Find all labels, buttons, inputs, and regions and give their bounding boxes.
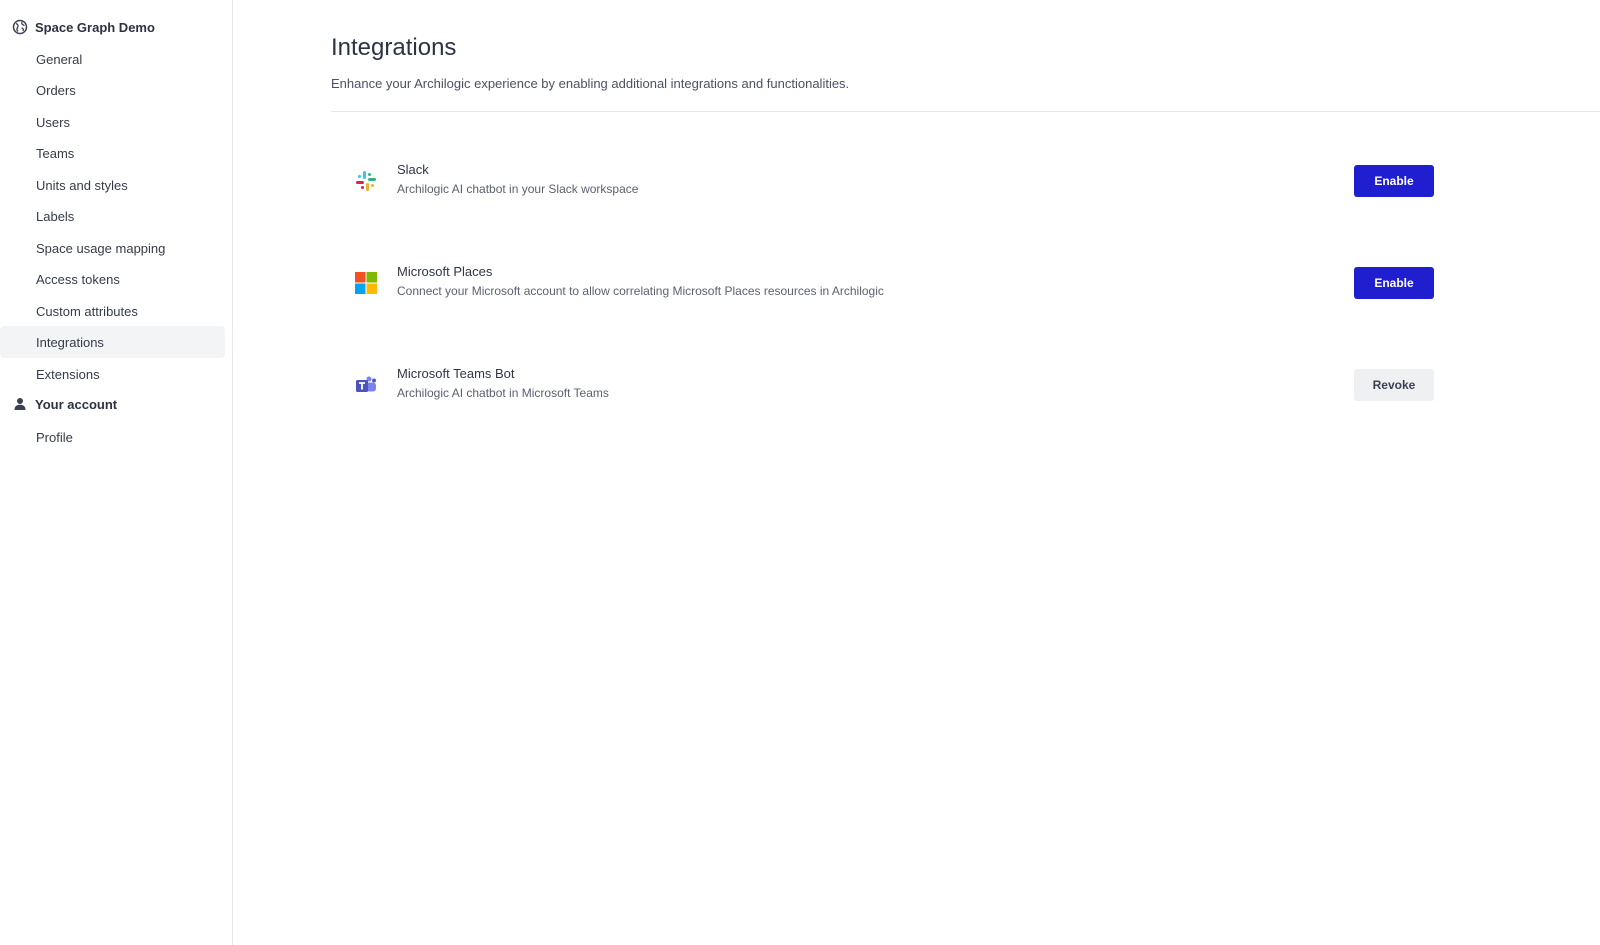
sidebar: Space Graph Demo General Orders Users Te… [0, 0, 233, 945]
sidebar-item-profile[interactable]: Profile [0, 421, 225, 453]
divider [331, 111, 1600, 112]
integration-description: Archilogic AI chatbot in Microsoft Teams [397, 386, 609, 400]
org-header[interactable]: Space Graph Demo [12, 19, 155, 35]
integration-row-microsoft-teams-bot: Microsoft Teams Bot Archilogic AI chatbo… [354, 360, 1434, 410]
sidebar-item-orders[interactable]: Orders [0, 74, 225, 106]
teams-icon [354, 373, 378, 397]
sidebar-item-labels[interactable]: Labels [0, 200, 225, 232]
integration-row-slack: Slack Archilogic AI chatbot in your Slac… [354, 156, 1434, 206]
sidebar-item-teams[interactable]: Teams [0, 137, 225, 169]
sidebar-item-label: Users [36, 114, 70, 130]
sidebar-item-extensions[interactable]: Extensions [0, 358, 225, 390]
sidebar-item-label: Access tokens [36, 271, 120, 287]
enable-microsoft-places-button[interactable]: Enable [1354, 267, 1434, 299]
sidebar-item-label: Labels [36, 208, 75, 224]
integration-row-microsoft-places: Microsoft Places Connect your Microsoft … [354, 258, 1434, 308]
sidebar-item-label: Integrations [36, 334, 104, 350]
sidebar-item-access-tokens[interactable]: Access tokens [0, 263, 225, 295]
sidebar-item-label: Orders [36, 82, 76, 98]
sidebar-item-label: Profile [36, 429, 73, 445]
sidebar-item-units-and-styles[interactable]: Units and styles [0, 169, 225, 201]
globe-icon [12, 19, 28, 35]
sidebar-item-space-usage-mapping[interactable]: Space usage mapping [0, 232, 225, 264]
sidebar-item-label: Teams [36, 145, 75, 161]
sidebar-item-label: Custom attributes [36, 303, 138, 319]
revoke-teams-bot-button[interactable]: Revoke [1354, 369, 1434, 401]
microsoft-icon [354, 271, 378, 295]
sidebar-item-custom-attributes[interactable]: Custom attributes [0, 295, 225, 327]
sidebar-item-label: Units and styles [36, 177, 128, 193]
page-title: Integrations [331, 34, 457, 61]
sidebar-item-label: General [36, 51, 83, 67]
sidebar-item-label: Extensions [36, 366, 100, 382]
integration-name: Slack [397, 162, 429, 177]
page-subtitle: Enhance your Archilogic experience by en… [331, 76, 850, 91]
user-icon [12, 396, 28, 412]
account-header: Your account [12, 396, 117, 412]
integration-description: Archilogic AI chatbot in your Slack work… [397, 182, 639, 196]
sidebar-item-label: Space usage mapping [36, 240, 166, 256]
enable-slack-button[interactable]: Enable [1354, 165, 1434, 197]
integration-description: Connect your Microsoft account to allow … [397, 284, 884, 298]
sidebar-item-integrations[interactable]: Integrations [0, 326, 225, 358]
sidebar-item-users[interactable]: Users [0, 106, 225, 138]
integration-name: Microsoft Teams Bot [397, 366, 515, 381]
org-title: Space Graph Demo [35, 19, 155, 35]
sidebar-item-general[interactable]: General [0, 43, 225, 75]
slack-icon [354, 169, 378, 193]
integration-name: Microsoft Places [397, 264, 493, 279]
main-content: Integrations Enhance your Archilogic exp… [232, 0, 1600, 945]
account-title: Your account [35, 396, 118, 412]
